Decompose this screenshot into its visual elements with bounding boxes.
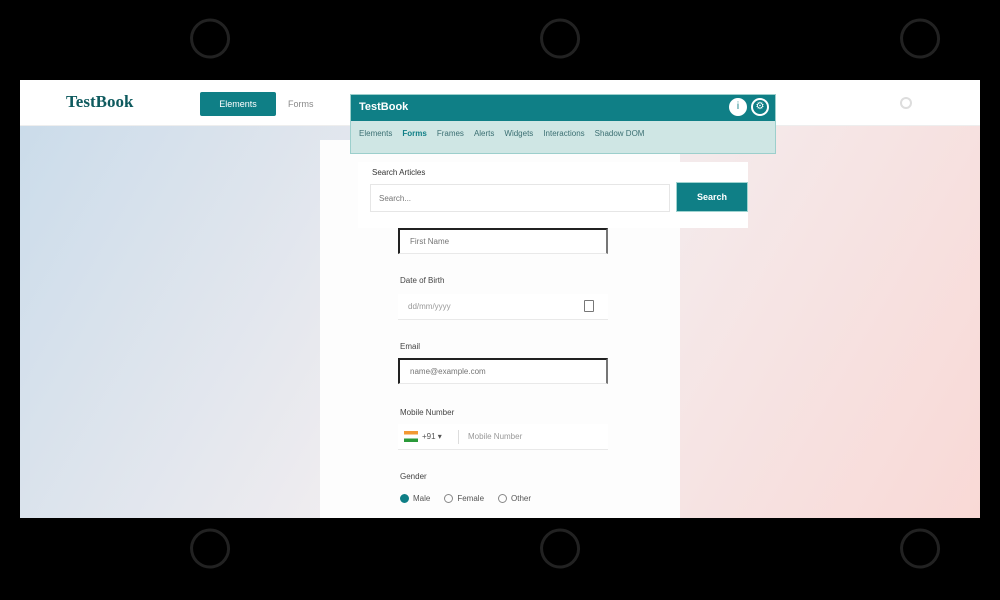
dob-label: Date of Birth: [400, 276, 445, 285]
watermark-seal: [186, 14, 239, 62]
letterbox-top: [0, 0, 1000, 80]
browser-viewport: TestBook Elements Forms TestBook i ⚙ Ele…: [20, 80, 980, 518]
search-button[interactable]: Search: [676, 182, 748, 212]
user-menu-icon[interactable]: [900, 97, 912, 109]
email-field[interactable]: [398, 358, 608, 384]
nav-forms-link[interactable]: Forms: [288, 92, 314, 116]
phone-divider: [458, 430, 459, 444]
watermark-seal: [896, 524, 949, 572]
search-input[interactable]: [370, 184, 670, 212]
search-panel: Search Articles Search: [358, 162, 748, 228]
country-code-select[interactable]: +91 ▾: [422, 424, 442, 450]
watermark-seal: [896, 14, 949, 62]
letterbox-bottom: [0, 518, 1000, 600]
watermark-seal: [186, 524, 239, 572]
tab-elements[interactable]: Elements: [359, 129, 392, 138]
gender-label: Gender: [400, 472, 427, 481]
search-label: Search Articles: [372, 168, 426, 177]
extension-popup: TestBook i ⚙ Elements Forms Frames Alert…: [350, 94, 776, 154]
gender-radio-group: Male Female Other: [400, 494, 531, 504]
flag-icon: [404, 431, 418, 442]
gender-male-radio[interactable]: Male: [400, 494, 430, 504]
popup-header: TestBook i ⚙: [351, 95, 775, 121]
nav-elements-button[interactable]: Elements: [200, 92, 276, 116]
tab-alerts[interactable]: Alerts: [474, 129, 494, 138]
popup-tabs: Elements Forms Frames Alerts Widgets Int…: [351, 121, 775, 138]
gender-other-radio[interactable]: Other: [498, 494, 531, 504]
tab-widgets[interactable]: Widgets: [504, 129, 533, 138]
calendar-icon[interactable]: [584, 300, 594, 312]
watermark-seal: [536, 524, 589, 572]
email-label: Email: [400, 342, 421, 351]
settings-icon[interactable]: ⚙: [751, 98, 769, 116]
mobile-field[interactable]: +91 ▾ Mobile Number: [398, 424, 608, 450]
popup-title: TestBook: [359, 101, 409, 113]
mobile-label: Mobile Number: [400, 408, 455, 417]
tab-frames[interactable]: Frames: [437, 129, 464, 138]
watermark-seal: [536, 14, 589, 62]
dob-field[interactable]: dd/mm/yyyy: [398, 294, 608, 320]
info-icon[interactable]: i: [729, 98, 747, 116]
tab-interactions[interactable]: Interactions: [543, 129, 584, 138]
dob-placeholder: dd/mm/yyyy: [408, 302, 451, 311]
tab-forms[interactable]: Forms: [402, 129, 426, 138]
mobile-placeholder: Mobile Number: [468, 432, 523, 441]
gender-female-radio[interactable]: Female: [444, 494, 484, 504]
site-logo[interactable]: TestBook: [66, 92, 133, 112]
tab-shadow-dom[interactable]: Shadow DOM: [595, 129, 645, 138]
first-name-field[interactable]: [398, 228, 608, 254]
